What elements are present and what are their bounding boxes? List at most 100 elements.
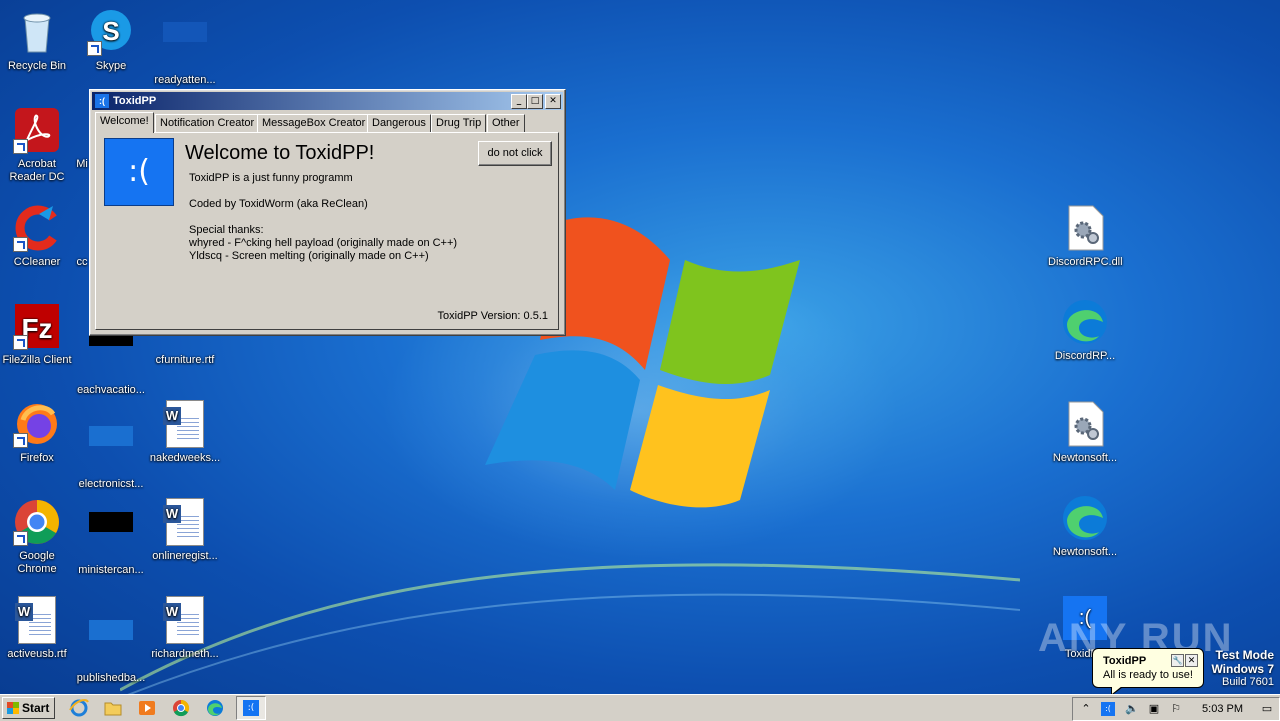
toxidpp-tray-icon[interactable]: :( xyxy=(1101,702,1115,716)
desktop-icon-filezilla[interactable]: Fz FileZilla Client xyxy=(0,302,74,367)
edge-icon xyxy=(1061,298,1109,346)
tab-bar: Welcome! Notification Creator MessageBox… xyxy=(95,112,559,133)
tab-notification-creator[interactable]: Notification Creator xyxy=(155,114,260,132)
micro-label: Mi xyxy=(76,158,88,170)
thanks-line-1: whyred - F^cking hell payload (originall… xyxy=(189,237,458,249)
internet-explorer-icon[interactable] xyxy=(68,698,90,718)
action-center-flag-icon[interactable]: ⚐ xyxy=(1169,702,1183,716)
readyatten-label: readyatten... xyxy=(154,74,216,86)
word-document-icon: W xyxy=(13,596,61,644)
window-title: ToxidPP xyxy=(113,95,157,107)
desktop-icon-newtonsoft-dll[interactable]: Newtonsoft... xyxy=(1048,400,1122,465)
shortcut-arrow-icon xyxy=(87,41,102,56)
firefox-label: Firefox xyxy=(20,452,54,464)
test-mode-line1: Test Mode xyxy=(1215,648,1274,662)
skype-label: Skype xyxy=(95,60,127,72)
maximize-button[interactable]: □ xyxy=(527,94,543,109)
sad-face-image: :( xyxy=(104,138,174,206)
blank-file-icon xyxy=(87,512,135,560)
desktop-icon-onlineregist[interactable]: W onlineregist... xyxy=(148,498,222,563)
test-mode-line3: Build 7601 xyxy=(1222,676,1274,688)
balloon-options-icon[interactable]: 🔧 xyxy=(1171,654,1184,667)
filezilla-icon: Fz xyxy=(13,302,61,350)
co-label: cc xyxy=(76,256,88,268)
desktop-icon-richardmeth[interactable]: W richardmeth... xyxy=(148,596,222,661)
edge-taskbar-icon[interactable] xyxy=(204,698,226,718)
shortcut-arrow-icon xyxy=(13,335,28,350)
word-document-icon: W xyxy=(161,596,209,644)
desktop-icon-discordrp-edge[interactable]: DiscordRP... xyxy=(1048,298,1122,363)
desktop-icon-publishedba[interactable]: publishedba... xyxy=(74,596,148,685)
tab-drug-trip[interactable]: Drug Trip xyxy=(431,114,487,132)
welcome-panel: :( Welcome to ToxidPP! ToxidPP is a just… xyxy=(95,132,559,330)
richardmeth-label: richardmeth... xyxy=(151,648,219,660)
volume-icon[interactable]: 🔈 xyxy=(1125,702,1139,716)
start-button[interactable]: Start xyxy=(2,697,55,719)
desktop-icon-micro[interactable]: Mi xyxy=(74,106,90,171)
notification-balloon[interactable]: ToxidPP All is ready to use! 🔧 ✕ xyxy=(1092,648,1204,696)
toxidpp-window: :( ToxidPP _ □ ✕ Welcome! Notification C… xyxy=(89,89,566,336)
thanks-line-2: Yldscq - Screen melting (originally made… xyxy=(189,250,429,262)
desktop-icon-co[interactable]: cc xyxy=(74,204,90,269)
thanks-title: Special thanks: xyxy=(189,224,264,236)
desktop-icon-skype[interactable]: S Skype xyxy=(74,8,148,73)
description-line: ToxidPP is a just funny programm xyxy=(189,172,353,184)
blank-file-icon xyxy=(87,426,135,474)
nakedweeks-label: nakedweeks... xyxy=(149,452,221,464)
show-hidden-icons-icon[interactable]: ⌃ xyxy=(1079,702,1093,716)
network-icon[interactable]: ▣ xyxy=(1147,702,1161,716)
skype-icon: S xyxy=(87,8,135,56)
blank-file-icon xyxy=(87,332,135,380)
desktop-icon-chrome[interactable]: Google Chrome xyxy=(0,498,74,576)
version-label: ToxidPP Version: 0.5.1 xyxy=(437,310,548,322)
test-mode-line2: Windows 7 xyxy=(1211,662,1274,676)
tab-other[interactable]: Other xyxy=(487,114,525,132)
balloon-title: ToxidPP xyxy=(1103,655,1147,667)
minimize-button[interactable]: _ xyxy=(511,94,527,109)
desktop-icon-ministercan[interactable]: ministercan... xyxy=(74,498,148,577)
welcome-heading: Welcome to ToxidPP! xyxy=(185,142,375,164)
desktop-icon-ccleaner[interactable]: CCleaner xyxy=(0,204,74,269)
onlineregist-label: onlineregist... xyxy=(152,550,218,562)
chrome-taskbar-icon[interactable] xyxy=(170,698,192,718)
desktop-icon-readyatten[interactable]: readyatten... xyxy=(148,8,222,87)
balloon-close-button[interactable]: ✕ xyxy=(1185,654,1198,667)
edge-icon xyxy=(1061,494,1109,542)
shortcut-arrow-icon xyxy=(13,433,28,448)
windows-flag-icon xyxy=(7,702,19,714)
ministercan-label: ministercan... xyxy=(78,564,144,576)
window-titlebar[interactable]: :( ToxidPP _ □ ✕ xyxy=(92,92,563,110)
media-player-icon[interactable] xyxy=(136,698,158,718)
show-desktop-icon[interactable]: ▭ xyxy=(1259,702,1275,716)
blank-file-icon xyxy=(161,22,209,70)
partial-icon xyxy=(74,106,90,154)
app-icon: :( xyxy=(95,94,109,108)
desktop-icon-nakedweeks[interactable]: W nakedweeks... xyxy=(148,400,222,465)
desktop-icon-acrobat[interactable]: Acrobat Reader DC xyxy=(0,106,74,184)
tab-dangerous[interactable]: Dangerous xyxy=(367,114,431,132)
do-not-click-button[interactable]: do not click xyxy=(478,141,552,166)
desktop-icon-recycle-bin[interactable]: Recycle Bin xyxy=(0,8,74,73)
balloon-message: All is ready to use! xyxy=(1103,669,1193,681)
desktop-icon-activeusb[interactable]: W activeusb.rtf xyxy=(0,596,74,661)
tab-messagebox-creator[interactable]: MessageBox Creator xyxy=(257,114,371,132)
toxidpp-taskbar-button[interactable]: :( xyxy=(236,696,266,720)
blank-file-icon xyxy=(87,620,135,668)
clock[interactable]: 5:03 PM xyxy=(1202,698,1243,720)
desktop-icon-firefox[interactable]: Firefox xyxy=(0,400,74,465)
desktop-icon-newtonsoft-edge[interactable]: Newtonsoft... xyxy=(1048,494,1122,559)
filezilla-label: FileZilla Client xyxy=(2,354,72,366)
svg-text:S: S xyxy=(102,16,119,46)
test-mode-notice: Test Mode Windows 7 Build 7601 xyxy=(1211,648,1274,688)
desktop-icon-discordrpc-dll[interactable]: DiscordRPC.dll xyxy=(1048,204,1123,269)
eachvacation-label: eachvacatio... xyxy=(77,384,145,396)
file-explorer-icon[interactable] xyxy=(102,698,124,718)
ccleaner-icon xyxy=(13,204,61,252)
desktop-icon-electronicst[interactable]: electronicst... xyxy=(74,400,148,491)
shortcut-arrow-icon xyxy=(13,531,28,546)
tab-welcome[interactable]: Welcome! xyxy=(95,112,154,133)
close-button[interactable]: ✕ xyxy=(545,94,561,109)
shortcut-arrow-icon xyxy=(13,237,28,252)
newtonsoft-dll-label: Newtonsoft... xyxy=(1052,452,1118,464)
sad-face-icon: :( xyxy=(243,700,259,716)
